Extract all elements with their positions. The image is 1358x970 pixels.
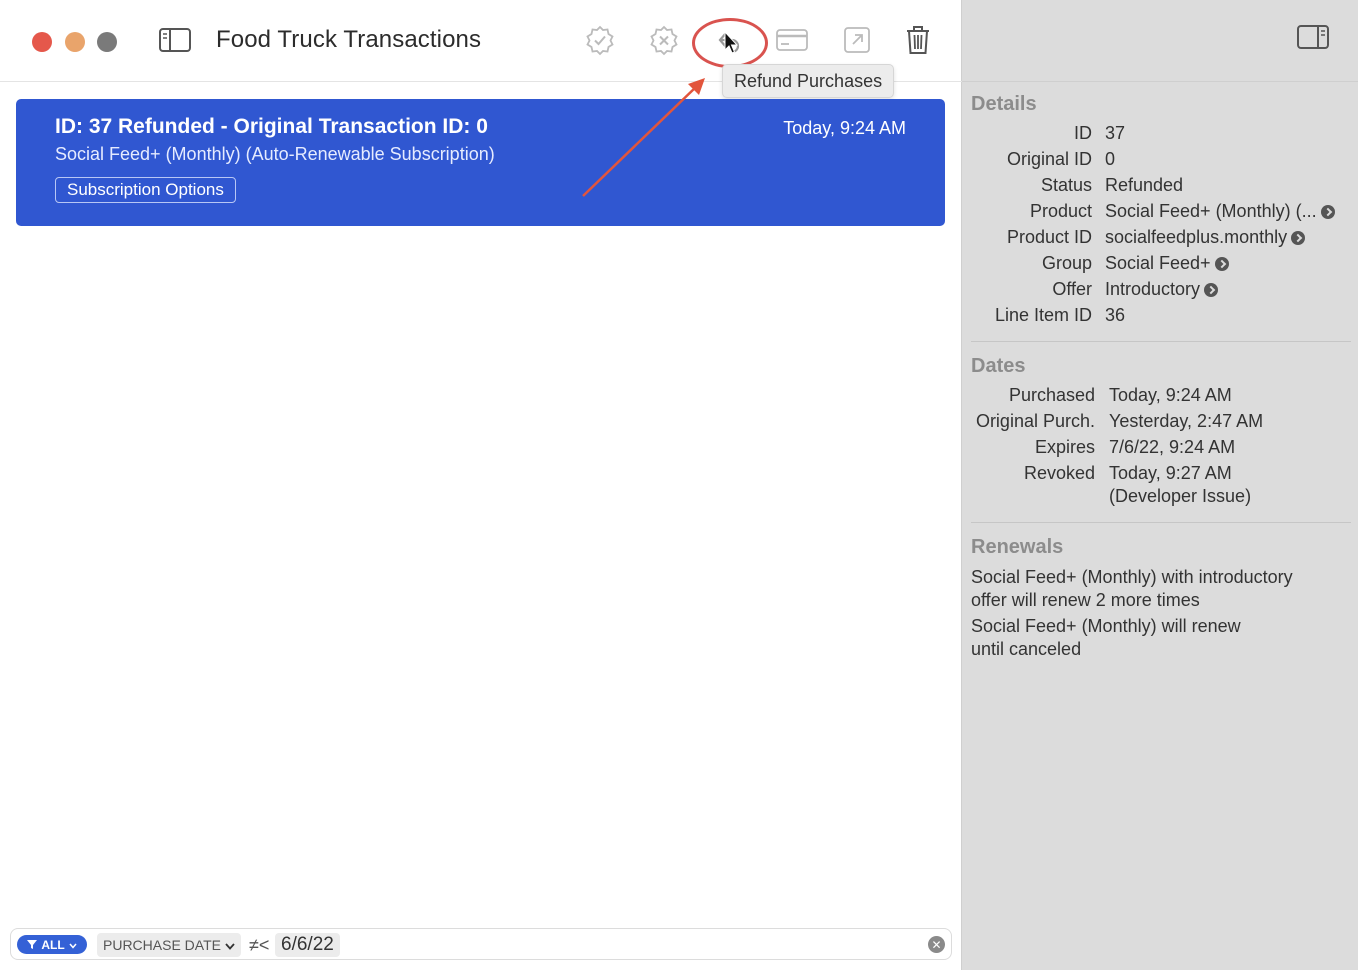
filter-bar[interactable]: ALL PURCHASE DATE ≠< 6/6/22 ✕	[10, 928, 952, 960]
date-key: Revoked	[1023, 463, 1095, 483]
chevron-down-icon	[225, 937, 235, 953]
annotation-circle	[692, 18, 768, 68]
go-arrow-icon[interactable]	[1291, 231, 1306, 245]
detail-key: Offer	[1052, 279, 1092, 299]
chevron-down-icon	[69, 938, 77, 952]
date-value: 7/6/22, 9:24 AM	[1109, 437, 1236, 457]
detail-key: Product ID	[1006, 227, 1092, 247]
go-arrow-icon[interactable]	[1320, 205, 1335, 219]
renewal-line: Social Feed+ (Monthly) will renew	[971, 616, 1241, 636]
filter-scope-label: ALL	[41, 937, 65, 952]
detail-key: ID	[1074, 123, 1092, 143]
detail-value: 37	[1105, 123, 1126, 143]
filter-field-select[interactable]: PURCHASE DATE	[97, 933, 241, 957]
transaction-title: ID: 37 Refunded - Original Transaction I…	[55, 115, 488, 138]
export-icon[interactable]	[839, 22, 875, 58]
window-title: Food Truck Transactions	[216, 26, 482, 53]
date-value: Today, 9:27 AM	[1109, 463, 1232, 483]
transaction-subtitle: Social Feed+ (Monthly) (Auto-Renewable S…	[55, 144, 495, 164]
close-window-button[interactable]	[32, 32, 52, 52]
detail-key: Original ID	[1006, 149, 1092, 169]
inspector-toolbar	[962, 0, 1358, 82]
filter-value[interactable]: 6/6/22	[275, 933, 340, 957]
sidebar-icon[interactable]	[157, 22, 193, 58]
subscription-options-button[interactable]: Subscription Options	[55, 177, 236, 203]
renewal-item: Social Feed+ (Monthly) will renew until …	[971, 615, 1351, 661]
zoom-window-button[interactable]	[97, 32, 117, 52]
app-window: Food Truck Transactions Refund Purchases	[0, 0, 1358, 970]
minimize-window-button[interactable]	[65, 32, 85, 52]
renewal-item: Social Feed+ (Monthly) with introductory…	[971, 566, 1351, 612]
refund-tooltip: Refund Purchases	[722, 64, 895, 98]
approve-icon[interactable]	[582, 22, 618, 58]
inspector-pane: Details ID 37 Original ID 0 Status Refunded…	[962, 0, 1358, 970]
renewal-line: offer will renew 2 more times	[971, 590, 1200, 610]
detail-value: Social Feed+	[1105, 253, 1211, 273]
detail-value: Introductory	[1105, 279, 1201, 299]
section-divider	[971, 341, 1351, 342]
transaction-row[interactable]: ID: 37 Refunded - Original Transaction I…	[16, 99, 945, 226]
date-value: Today, 9:24 AM	[1109, 385, 1232, 405]
transaction-date: Today, 9:24 AM	[783, 118, 906, 138]
detail-value: socialfeedplus.monthly	[1105, 227, 1288, 247]
decline-icon[interactable]	[646, 22, 682, 58]
renewal-line: until canceled	[971, 639, 1082, 659]
detail-value: 0	[1105, 149, 1116, 169]
renewal-line: Social Feed+ (Monthly) with introductory	[971, 567, 1293, 587]
date-value: Yesterday, 2:47 AM	[1109, 411, 1264, 431]
transactions-pane: Food Truck Transactions Refund Purchases	[0, 0, 962, 970]
trash-icon[interactable]	[900, 22, 936, 58]
date-key: Original Purch.	[975, 411, 1095, 431]
filter-scope-chip[interactable]: ALL	[17, 935, 87, 954]
revoked-reason-text: (Developer Issue)	[1109, 486, 1252, 506]
go-arrow-icon[interactable]	[1204, 283, 1219, 297]
detail-key: Group	[1041, 253, 1092, 273]
detail-value: Refunded	[1105, 175, 1184, 195]
renewals-heading: Renewals	[971, 536, 1064, 558]
detail-value: Social Feed+ (Monthly) (...	[1105, 201, 1317, 221]
section-divider	[971, 522, 1351, 523]
filter-icon	[27, 938, 38, 952]
clear-filter-icon[interactable]: ✕	[928, 936, 945, 953]
filter-field-label: PURCHASE DATE	[103, 937, 221, 953]
dates-heading: Dates	[971, 355, 1026, 377]
detail-key: Product	[1029, 201, 1092, 221]
card-icon[interactable]	[774, 22, 810, 58]
date-key: Expires	[1034, 437, 1095, 457]
details-heading: Details	[971, 93, 1037, 115]
detail-key: Line Item ID	[994, 305, 1092, 325]
detail-key: Status	[1040, 175, 1092, 195]
detail-value: 36	[1105, 305, 1126, 325]
inspector-toggle-icon[interactable]	[1296, 24, 1330, 55]
date-key: Purchased	[1008, 385, 1095, 405]
filter-operator[interactable]: ≠<	[249, 933, 269, 957]
go-arrow-icon[interactable]	[1214, 257, 1229, 271]
